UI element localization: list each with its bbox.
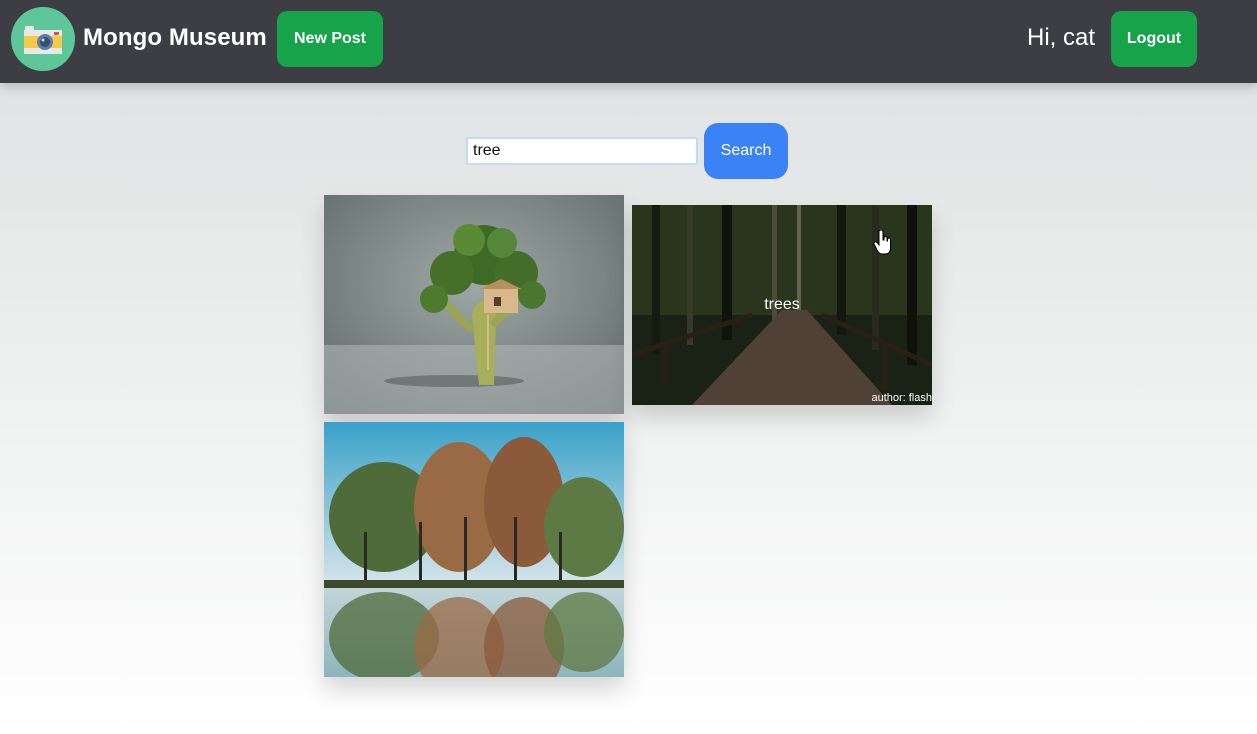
broccoli-treehouse-photo	[324, 195, 624, 414]
user-greeting: Hi, cat	[1027, 24, 1096, 51]
post-title: trees	[764, 296, 800, 313]
search-input[interactable]	[466, 137, 698, 165]
brand-title[interactable]: Mongo Museum	[83, 24, 267, 52]
post-author: author: flash	[871, 392, 932, 404]
navbar: Mongo Museum New Post Hi, cat Logout	[0, 0, 1257, 83]
post-card[interactable]	[324, 195, 624, 414]
camera-icon	[24, 26, 62, 54]
logout-button[interactable]: Logout	[1111, 11, 1197, 67]
hand-cursor-icon	[873, 230, 891, 255]
logo[interactable]	[11, 7, 75, 71]
post-card[interactable]	[324, 422, 624, 677]
search-button[interactable]: Search	[704, 123, 788, 179]
lake-trees-reflection-photo	[324, 422, 624, 677]
new-post-button[interactable]: New Post	[277, 11, 383, 67]
